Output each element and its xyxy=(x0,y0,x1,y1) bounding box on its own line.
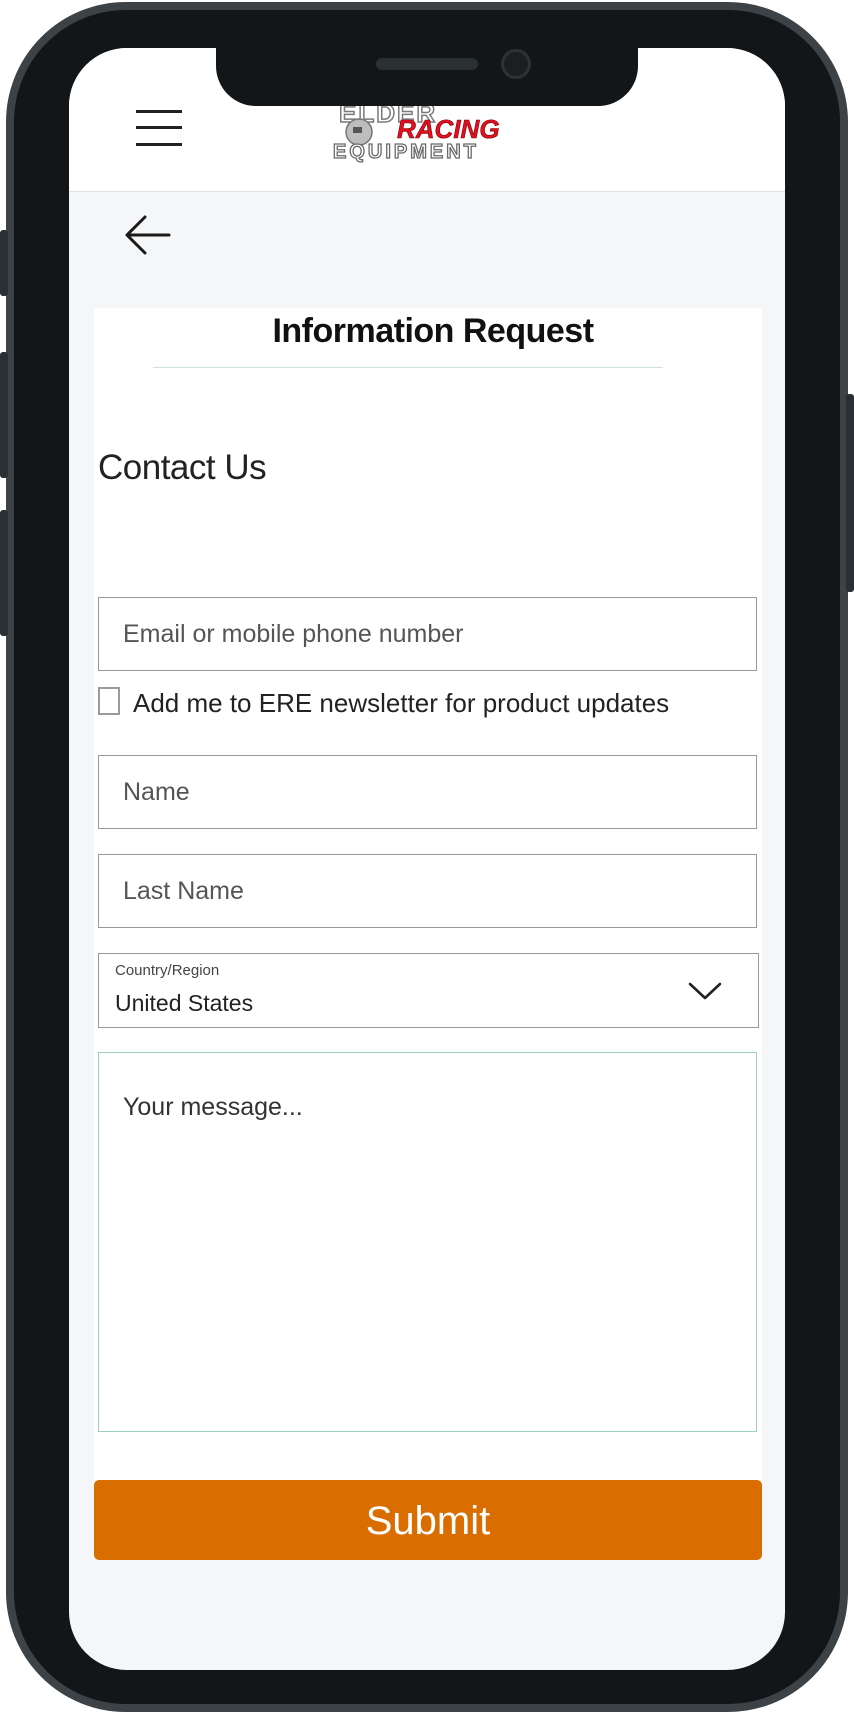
side-button xyxy=(0,352,8,478)
name-field[interactable]: Name xyxy=(98,755,757,829)
elder-racing-logo[interactable]: ELDER RACING EQUIPMENT xyxy=(329,100,529,166)
side-button xyxy=(846,394,854,592)
country-label: Country/Region xyxy=(115,962,220,979)
logo-line2: RACING xyxy=(397,114,500,144)
logo-line3: EQUIPMENT xyxy=(333,141,479,163)
arrow-left-icon[interactable] xyxy=(121,213,173,257)
submit-button[interactable]: Submit xyxy=(94,1480,762,1560)
device-camera xyxy=(501,49,531,79)
side-button xyxy=(0,230,8,296)
country-select[interactable]: Country/Region United States xyxy=(98,953,759,1028)
device-notch xyxy=(216,48,638,106)
section-title: Contact Us xyxy=(98,448,267,487)
newsletter-label: Add me to ERE newsletter for product upd… xyxy=(133,688,670,718)
side-button xyxy=(0,510,8,636)
title-divider xyxy=(153,367,663,368)
message-field[interactable]: Your message... xyxy=(98,1052,757,1432)
device-speaker xyxy=(376,58,478,70)
page-title: Information Request xyxy=(272,312,594,350)
country-value: United States xyxy=(115,990,254,1016)
hamburger-menu-icon[interactable] xyxy=(136,110,182,146)
last-name-field[interactable]: Last Name xyxy=(98,854,757,928)
chevron-down-icon[interactable] xyxy=(687,980,723,1002)
email-field[interactable]: Email or mobile phone number xyxy=(98,597,757,671)
newsletter-checkbox[interactable] xyxy=(98,687,120,715)
